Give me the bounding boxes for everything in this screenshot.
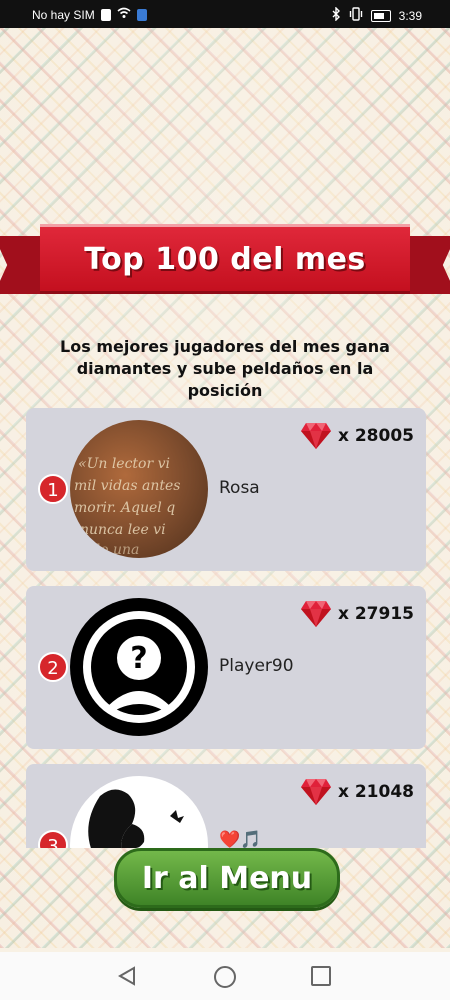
score: x 28005 (300, 422, 414, 450)
title-banner: Top 100 del mes (0, 222, 450, 304)
status-bar: No hay SIM 3:39 (0, 0, 450, 28)
svg-text:nunca lee vi: nunca lee vi (80, 522, 166, 538)
rank-badge: 2 (38, 652, 68, 682)
leaderboard-item[interactable]: x 28005 «Un lector vi mil vidas antes mo… (26, 408, 426, 571)
player-name: Player90 (219, 656, 294, 676)
score: x 27915 (300, 600, 414, 628)
leaderboard-item[interactable]: x 21048 3 ❤️🎵 (26, 764, 426, 848)
download-icon (100, 8, 111, 21)
bluetooth-icon (331, 6, 341, 24)
battery-icon (370, 9, 391, 22)
clock: 3:39 (398, 8, 422, 23)
vibrate-icon (349, 7, 363, 24)
app-icon (136, 8, 147, 21)
score-value: x 28005 (337, 426, 414, 446)
carrier-text: No hay SIM (32, 7, 95, 22)
wifi-icon (117, 7, 131, 22)
subtitle: Los mejores jugadores del mes gana diama… (60, 337, 390, 400)
svg-text:«Un lector vi: «Un lector vi (78, 456, 170, 472)
player-name: ❤️🎵 (219, 830, 262, 848)
leaderboard-list[interactable]: x 28005 «Un lector vi mil vidas antes mo… (26, 408, 426, 848)
page-title: Top 100 del mes (84, 241, 366, 277)
diamond-icon (300, 601, 331, 627)
rank-badge: 3 (38, 830, 68, 848)
avatar: «Un lector vi mil vidas antes morir. Aqu… (70, 420, 208, 558)
home-icon[interactable] (214, 966, 236, 988)
rank-badge: 1 (38, 474, 68, 504)
ribbon: Top 100 del mes (40, 224, 410, 294)
diamond-icon (300, 423, 331, 449)
leaderboard-item[interactable]: x 27915 ? 2 Player90 (26, 586, 426, 749)
back-icon[interactable] (117, 966, 136, 990)
svg-text:solo una: solo una (80, 542, 139, 558)
diamond-icon (300, 779, 331, 805)
navigation-bar (0, 952, 450, 1000)
svg-text:mil vidas antes: mil vidas antes (74, 478, 180, 494)
score-value: x 21048 (337, 782, 414, 802)
player-name: Rosa (219, 478, 260, 498)
unknown-user-icon: ? (70, 598, 208, 736)
svg-text:?: ? (130, 641, 147, 676)
recent-apps-icon[interactable] (311, 966, 331, 986)
score: x 21048 (300, 778, 414, 806)
svg-text:morir. Aquel q: morir. Aquel q (74, 500, 175, 516)
avatar (70, 776, 208, 848)
score-value: x 27915 (337, 604, 414, 624)
go-to-menu-button[interactable]: Ir al Menu (114, 848, 340, 908)
